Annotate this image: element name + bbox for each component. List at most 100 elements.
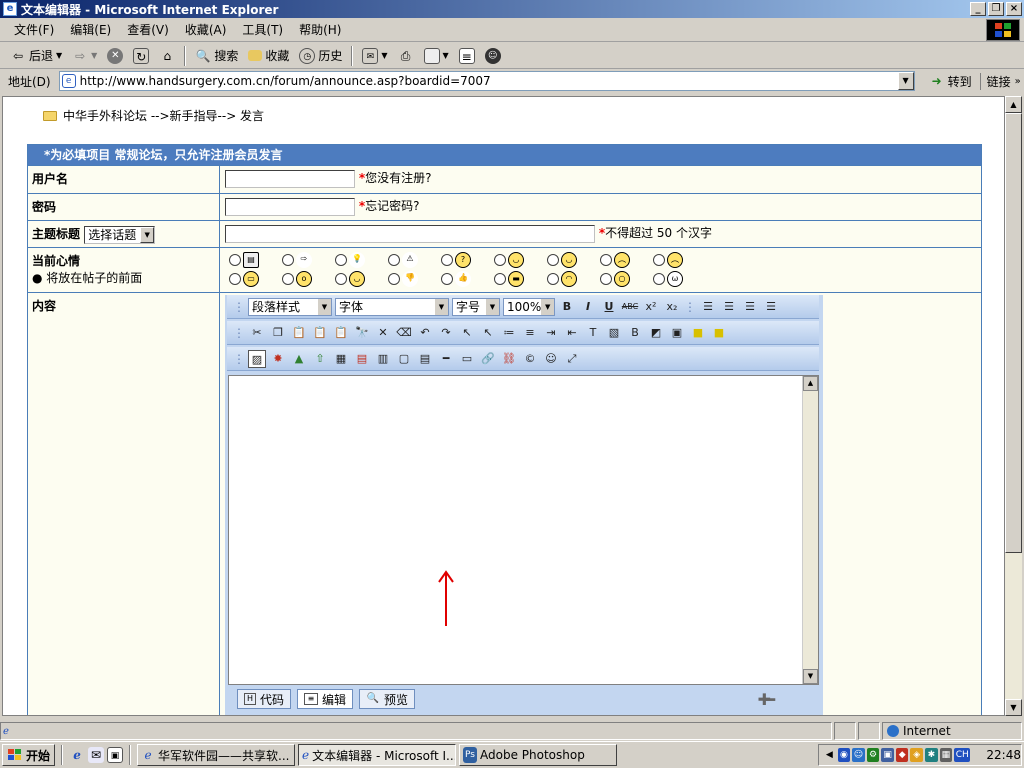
delete-icon[interactable]: ✕ [374, 324, 392, 342]
menu-view[interactable]: 查看(V) [119, 21, 177, 38]
restore-button[interactable]: ❐ [988, 2, 1004, 16]
qq-icon[interactable]: ☺ [852, 748, 865, 762]
forgot-password-link[interactable]: 忘记密码? [365, 199, 419, 213]
mood-option[interactable]: ▬ [494, 271, 547, 287]
mood-option[interactable]: ⇨ [282, 252, 335, 268]
mood-option[interactable]: ︵ [653, 252, 706, 268]
tray-icon-8[interactable]: ▦ [939, 748, 953, 762]
tray-icon-5[interactable]: ◆ [895, 748, 909, 762]
mood-option[interactable]: ◠ [547, 271, 600, 287]
select-icon[interactable]: ↖ [458, 324, 476, 342]
clock[interactable]: 22:48 [986, 748, 1021, 762]
editor-content-area[interactable]: ▲ ▼ [228, 375, 819, 685]
mood-option[interactable]: ▭ [229, 271, 282, 287]
background-color-icon[interactable]: B [626, 324, 644, 342]
highlight-icon[interactable]: ■ [689, 324, 707, 342]
tray-icon-4[interactable]: ▣ [881, 748, 894, 762]
forward-button[interactable]: ⇨ ▼ [68, 48, 101, 64]
align-right-icon[interactable]: ☰ [741, 298, 759, 316]
insert-link-icon[interactable]: 🔗 [479, 350, 497, 368]
undo-icon[interactable]: ↶ [416, 324, 434, 342]
fullscreen-icon[interactable]: ⤢ [563, 350, 581, 368]
mood-option[interactable]: ○ [600, 271, 653, 287]
scroll-thumb[interactable] [1005, 113, 1022, 553]
page-scrollbar[interactable]: ▲ ▼ [1005, 96, 1022, 716]
mood-option[interactable]: ◡ [547, 252, 600, 268]
mood-option[interactable]: ◡ [335, 271, 388, 287]
editor-scrollbar[interactable]: ▲ ▼ [802, 376, 818, 684]
insert-table-icon[interactable]: ▦ [332, 350, 350, 368]
tab-preview[interactable]: 🔍 预览 [359, 689, 416, 709]
select-all-icon[interactable]: ↖ [479, 324, 497, 342]
mood-option[interactable]: ︵ [600, 252, 653, 268]
align-justify-icon[interactable]: ☰ [762, 298, 780, 316]
insert-frame-icon[interactable]: ▢ [395, 350, 413, 368]
task-photoshop[interactable]: Ps Adobe Photoshop [459, 744, 618, 766]
strikethrough-button[interactable]: ABC [621, 298, 639, 316]
remove-link-icon[interactable]: ⛓ [500, 350, 518, 368]
emoticon-icon[interactable]: ☺ [542, 350, 560, 368]
mood-option[interactable]: 👍 [441, 271, 494, 287]
quicklaunch-ie-icon[interactable]: ℯ [69, 747, 85, 763]
indent-icon[interactable]: ⇥ [542, 324, 560, 342]
underline-button[interactable]: U [600, 298, 618, 316]
home-button[interactable]: ⌂ [155, 48, 179, 64]
scroll-up-button[interactable]: ▲ [1005, 96, 1022, 113]
menu-help[interactable]: 帮助(H) [291, 21, 349, 38]
eraser-icon[interactable]: ⌫ [395, 324, 413, 342]
quicklaunch-desktop-icon[interactable]: ▣ [107, 747, 124, 763]
text-color-icon[interactable]: T [584, 324, 602, 342]
edit-button[interactable]: ▼ [420, 47, 453, 64]
copy-icon[interactable]: ❐ [269, 324, 287, 342]
menu-edit[interactable]: 编辑(E) [62, 21, 119, 38]
align-center-icon[interactable]: ☰ [720, 298, 738, 316]
bold-button[interactable]: B [558, 298, 576, 316]
username-input[interactable] [225, 169, 355, 188]
task-text-editor[interactable]: ℯ 文本编辑器 - Microsoft I... [298, 744, 457, 766]
insert-flash-icon[interactable]: ✸ [269, 350, 287, 368]
menu-file[interactable]: 文件(F) [6, 21, 62, 38]
tab-code[interactable]: H 代码 [237, 689, 292, 709]
mood-option[interactable]: ? [441, 252, 494, 268]
insert-column-icon[interactable]: ▥ [374, 350, 392, 368]
font-color-icon[interactable]: ◩ [647, 324, 665, 342]
messenger-button[interactable]: ☺ [481, 47, 505, 64]
chevron-right-icon[interactable]: » [1015, 76, 1021, 87]
ordered-list-icon[interactable]: ≔ [500, 324, 518, 342]
menu-favorites[interactable]: 收藏(A) [177, 21, 235, 38]
favorites-button[interactable]: 收藏 [244, 47, 293, 64]
refresh-button[interactable]: ↻ [129, 47, 153, 64]
outdent-icon[interactable]: ⇤ [563, 324, 581, 342]
tray-icon-3[interactable]: ⚙ [866, 748, 880, 762]
cut-icon[interactable]: ✂ [248, 324, 266, 342]
mood-option[interactable]: 👎 [388, 271, 441, 287]
highlight-2-icon[interactable]: ■ [710, 324, 728, 342]
language-indicator[interactable]: CH [954, 748, 971, 762]
paste-text-icon[interactable]: 📋 [311, 324, 329, 342]
search-button[interactable]: 🔍 搜索 [191, 47, 242, 64]
paste-word-icon[interactable]: 📋 [332, 324, 350, 342]
menu-tools[interactable]: 工具(T) [234, 21, 291, 38]
insert-media-icon[interactable]: ▲ [290, 350, 308, 368]
insert-image-icon[interactable]: ▨ [248, 349, 266, 368]
insert-row-icon[interactable]: ▤ [353, 350, 371, 368]
print-button[interactable]: ⎙ [394, 48, 418, 64]
discuss-button[interactable]: ≡ [455, 47, 479, 64]
scroll-down-button[interactable]: ▼ [1005, 699, 1022, 716]
quicklaunch-outlook-icon[interactable]: ✉ [88, 747, 105, 763]
horizontal-rule-icon[interactable]: ━ [437, 350, 455, 368]
history-button[interactable]: ◷ 历史 [295, 47, 346, 64]
stop-button[interactable]: ✕ [103, 47, 127, 64]
volume-icon[interactable]: ◀ [823, 748, 836, 762]
address-dropdown-button[interactable]: ▼ [897, 72, 914, 90]
subject-input[interactable] [225, 224, 595, 243]
italic-button[interactable]: I [579, 298, 597, 316]
superscript-button[interactable]: x² [642, 298, 660, 316]
go-button[interactable]: ➜ 转到 [925, 73, 976, 90]
insert-file-icon[interactable]: ▤ [416, 350, 434, 368]
task-huajun[interactable]: ℯ 华军软件园——共享软... [137, 744, 296, 766]
mail-button[interactable]: ✉ ▼ [358, 47, 391, 64]
mood-option[interactable]: o [282, 271, 335, 287]
tray-icon-7[interactable]: ✱ [925, 748, 938, 762]
tab-edit[interactable]: ≡ 编辑 [297, 689, 354, 709]
